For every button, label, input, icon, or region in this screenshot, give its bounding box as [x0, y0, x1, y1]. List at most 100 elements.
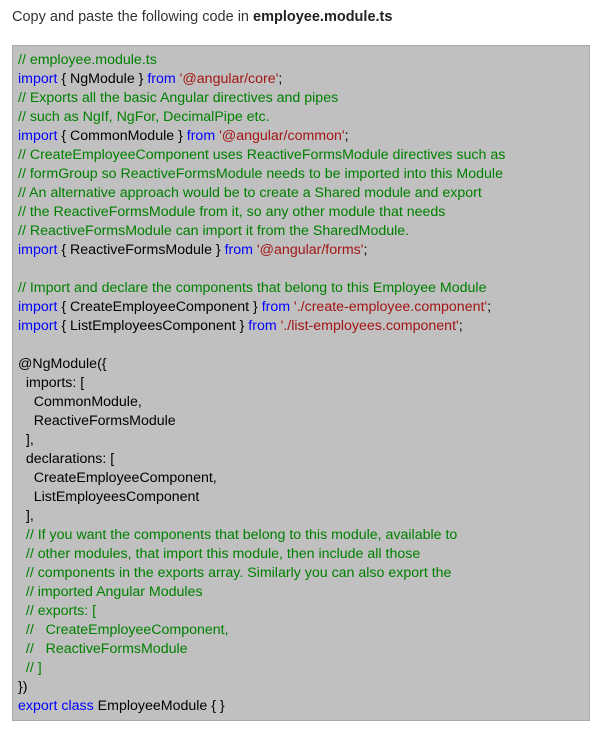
code-comment: // components in the exports array. Simi… — [25, 565, 452, 581]
code-text: EmployeeModule { } — [93, 698, 225, 714]
code-keyword: from — [261, 299, 291, 315]
code-line: }) — [18, 678, 589, 697]
code-line: // the ReactiveFormsModule from it, so a… — [18, 203, 589, 222]
code-comment: // exports: [ — [25, 603, 97, 619]
code-line: // such as NgIf, NgFor, DecimalPipe etc. — [18, 108, 589, 127]
code-line: // imported Angular Modules — [18, 583, 589, 602]
code-keyword: export — [18, 698, 58, 714]
code-text: ; — [344, 128, 349, 144]
code-comment: // CreateEmployeeComponent, — [25, 622, 229, 638]
code-line: // components in the exports array. Simi… — [18, 564, 589, 583]
code-line: // exports: [ — [18, 602, 589, 621]
code-string: '@angular/forms' — [256, 242, 364, 258]
code-text: ; — [363, 242, 368, 258]
code-line: export class EmployeeModule { } — [18, 697, 589, 716]
code-comment: // such as NgIf, NgFor, DecimalPipe etc. — [18, 109, 270, 125]
code-line: ], — [18, 507, 589, 526]
code-string: './list-employees.component' — [280, 318, 459, 334]
code-line: ListEmployeesComponent — [18, 488, 589, 507]
code-text: ReactiveFormsModule — [18, 413, 176, 429]
code-text: { ListEmployeesComponent } — [57, 318, 249, 334]
code-line: import { NgModule } from '@angular/core'… — [18, 70, 589, 89]
code-comment: // formGroup so ReactiveFormsModule need… — [18, 166, 503, 182]
code-text: ; — [487, 299, 492, 315]
code-keyword: import — [18, 299, 58, 315]
code-line: imports: [ — [18, 374, 589, 393]
code-line: // Exports all the basic Angular directi… — [18, 89, 589, 108]
code-text: ], — [18, 508, 34, 524]
code-keyword: from — [186, 128, 216, 144]
code-line: import { ListEmployeesComponent } from '… — [18, 317, 589, 336]
code-line: @NgModule({ — [18, 355, 589, 374]
instruction-text: Copy and paste the following code in emp… — [12, 7, 392, 27]
code-line: ReactiveFormsModule — [18, 412, 589, 431]
code-line: CreateEmployeeComponent, — [18, 469, 589, 488]
code-comment: // ReactiveFormsModule — [25, 641, 188, 657]
code-keyword: from — [224, 242, 253, 258]
code-keyword: from — [147, 71, 176, 87]
code-text: CommonModule, — [18, 394, 142, 410]
code-text: { NgModule } — [57, 71, 148, 87]
code-text: }) — [18, 679, 28, 695]
code-line: // CreateEmployeeComponent uses Reactive… — [18, 146, 589, 165]
code-line: import { ReactiveFormsModule } from '@an… — [18, 241, 589, 260]
code-keyword: from — [248, 318, 277, 334]
code-block: // employee.module.ts import { NgModule }… — [12, 45, 590, 721]
code-keyword: import — [18, 128, 58, 144]
code-line: declarations: [ — [18, 450, 589, 469]
instruction-filename: employee.module.ts — [253, 9, 393, 25]
code-comment: // ] — [25, 660, 42, 676]
code-comment: // Exports all the basic Angular directi… — [18, 90, 339, 106]
code-text: { CreateEmployeeComponent } — [57, 299, 262, 315]
code-comment: // other modules, that import this modul… — [25, 546, 421, 562]
code-line: import { CommonModule } from '@angular/c… — [18, 127, 589, 146]
code-comment: // If you want the components that belon… — [25, 527, 458, 543]
code-comment: // employee.module.ts — [18, 52, 157, 68]
code-line: // An alternative approach would be to c… — [18, 184, 589, 203]
code-line: // Import and declare the components tha… — [18, 279, 589, 298]
code-text: { CommonModule } — [57, 128, 187, 144]
code-line: // formGroup so ReactiveFormsModule need… — [18, 165, 589, 184]
code-line: // ReactiveFormsModule — [18, 640, 589, 659]
code-keyword: import — [18, 318, 58, 334]
code-line: // employee.module.ts — [18, 51, 589, 70]
code-line: // other modules, that import this modul… — [18, 545, 589, 564]
code-text: ], — [18, 432, 34, 448]
code-text: { ReactiveFormsModule } — [57, 242, 225, 258]
code-comment: // An alternative approach would be to c… — [18, 185, 482, 201]
code-line: // ReactiveFormsModule can import it fro… — [18, 222, 589, 241]
code-comment: // ReactiveFormsModule can import it fro… — [18, 223, 410, 239]
code-text: @NgModule({ — [18, 356, 107, 372]
code-line: CommonModule, — [18, 393, 589, 412]
code-line: // CreateEmployeeComponent, — [18, 621, 589, 640]
code-comment: // Import and declare the components tha… — [18, 280, 487, 296]
code-text: ; — [278, 71, 283, 87]
code-keyword: import — [18, 242, 58, 258]
code-line: // ] — [18, 659, 589, 678]
code-comment: // the ReactiveFormsModule from it, so a… — [18, 204, 446, 220]
code-line: import { CreateEmployeeComponent } from … — [18, 298, 589, 317]
code-comment: // CreateEmployeeComponent uses Reactive… — [18, 147, 506, 163]
instruction-prefix: Copy and paste the following code in — [12, 9, 254, 25]
code-text: CreateEmployeeComponent, — [18, 470, 217, 486]
code-text: ListEmployeesComponent — [18, 489, 200, 505]
code-line: ], — [18, 431, 589, 450]
code-line: // If you want the components that belon… — [18, 526, 589, 545]
code-keyword: import — [18, 71, 58, 87]
code-keyword: class — [61, 698, 94, 714]
code-text: imports: [ — [18, 375, 85, 391]
code-comment: // imported Angular Modules — [25, 584, 203, 600]
code-string: '@angular/common' — [219, 128, 345, 144]
code-text: declarations: [ — [18, 451, 115, 467]
code-string: './create-employee.component' — [294, 299, 488, 315]
